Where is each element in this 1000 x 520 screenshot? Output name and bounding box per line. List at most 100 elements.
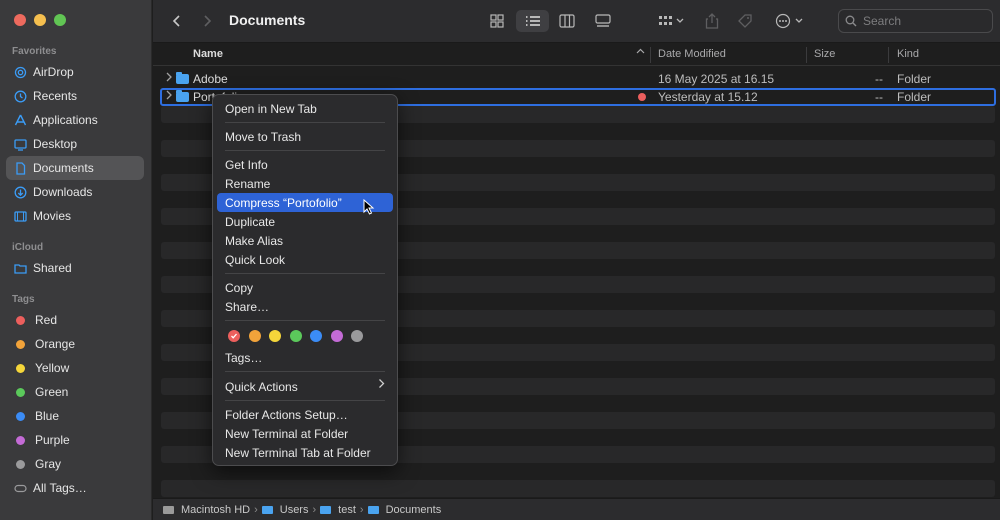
disclosure-chevron-icon[interactable]	[165, 90, 173, 103]
shared-folder-icon	[14, 262, 27, 275]
tag-color-red-button[interactable]	[228, 330, 240, 342]
column-date-header[interactable]: Date Modified	[658, 48, 726, 60]
menu-item-get-info[interactable]: Get Info	[217, 155, 393, 174]
sidebar-tag-yellow[interactable]: Yellow	[6, 356, 144, 380]
clock-icon	[14, 90, 27, 103]
column-size-header[interactable]: Size	[814, 48, 835, 60]
sidebar-item-label: Documents	[33, 161, 94, 175]
more-actions-button[interactable]	[773, 10, 807, 32]
search-icon	[845, 15, 857, 27]
group-grid-icon	[659, 16, 684, 25]
tag-color-yellow-button[interactable]	[269, 330, 281, 342]
tag-color-green-button[interactable]	[290, 330, 302, 342]
sidebar-tag-green[interactable]: Green	[6, 380, 144, 404]
path-item[interactable]: Users	[280, 504, 309, 516]
column-divider	[650, 47, 651, 63]
menu-item-quick-actions[interactable]: Quick Actions	[217, 377, 393, 396]
sidebar-item-desktop[interactable]: Desktop	[6, 132, 144, 156]
menu-item-move-to-trash[interactable]: Move to Trash	[217, 127, 393, 146]
menu-separator	[225, 320, 385, 321]
tag-color-orange-button[interactable]	[249, 330, 261, 342]
gallery-icon	[595, 14, 611, 27]
menu-item-share[interactable]: Share…	[217, 297, 393, 316]
back-button[interactable]	[167, 10, 187, 32]
tag-color-blue-button[interactable]	[310, 330, 322, 342]
path-item[interactable]: Macintosh HD	[181, 504, 250, 516]
forward-button[interactable]	[197, 10, 217, 32]
tag-icon	[738, 14, 752, 28]
chevron-right-icon	[204, 15, 212, 27]
minimize-window-button[interactable]	[34, 14, 46, 26]
path-item[interactable]: Documents	[386, 504, 442, 516]
file-name: Adobe	[193, 72, 228, 86]
menu-item-open-new-tab[interactable]: Open in New Tab	[217, 99, 393, 118]
folder-icon	[176, 72, 189, 84]
sidebar-all-tags[interactable]: All Tags…	[6, 476, 144, 500]
menu-item-copy[interactable]: Copy	[217, 278, 393, 297]
sidebar-item-label: Applications	[33, 113, 98, 127]
file-kind: Folder	[897, 72, 932, 86]
menu-item-label: Quick Actions	[225, 379, 298, 394]
tag-button[interactable]	[733, 10, 757, 32]
orange-tag-dot-icon	[16, 339, 25, 349]
sidebar-item-label: All Tags…	[33, 481, 87, 495]
sidebar-item-label: Yellow	[35, 361, 70, 375]
grid-icon	[490, 14, 504, 28]
icon-view-button[interactable]	[483, 10, 511, 32]
menu-item-new-terminal[interactable]: New Terminal at Folder	[217, 424, 393, 443]
column-name-header[interactable]: Name	[193, 48, 223, 60]
sidebar-tag-blue[interactable]: Blue	[6, 404, 144, 428]
menu-item-new-terminal-tab[interactable]: New Terminal Tab at Folder	[217, 443, 393, 462]
sidebar-item-airdrop[interactable]: AirDrop	[6, 60, 144, 84]
tag-color-gray-button[interactable]	[351, 330, 363, 342]
table-row[interactable]: Adobe 16 May 2025 at 16.15 -- Folder	[161, 71, 995, 88]
search-field[interactable]	[838, 9, 993, 33]
applications-icon	[14, 114, 27, 127]
ellipsis-circle-icon	[775, 13, 803, 29]
sidebar-item-recents[interactable]: Recents	[6, 84, 144, 108]
path-separator-icon: ›	[312, 503, 317, 516]
menu-item-rename[interactable]: Rename	[217, 174, 393, 193]
column-view-button[interactable]	[553, 10, 581, 32]
sidebar-item-label: Blue	[35, 409, 60, 423]
menu-item-folder-actions-setup[interactable]: Folder Actions Setup…	[217, 405, 393, 424]
sidebar-tag-purple[interactable]: Purple	[6, 428, 144, 452]
columns-icon	[559, 14, 575, 28]
menu-separator	[225, 400, 385, 401]
sidebar-item-movies[interactable]: Movies	[6, 204, 144, 228]
yellow-tag-dot-icon	[16, 363, 25, 373]
red-tag-dot-icon	[638, 93, 646, 101]
disclosure-chevron-icon[interactable]	[165, 72, 173, 85]
column-kind-header[interactable]: Kind	[897, 48, 919, 60]
sidebar-tag-red[interactable]: Red	[6, 308, 144, 332]
zoom-window-button[interactable]	[54, 14, 66, 26]
sidebar-item-label: Gray	[35, 457, 62, 471]
file-date: Yesterday at 15.12	[658, 90, 758, 104]
gallery-view-button[interactable]	[589, 10, 617, 32]
menu-item-make-alias[interactable]: Make Alias	[217, 231, 393, 250]
sidebar-item-applications[interactable]: Applications	[6, 108, 144, 132]
group-button[interactable]	[653, 10, 689, 32]
sidebar-item-label: Purple	[35, 433, 70, 447]
green-tag-dot-icon	[16, 387, 25, 397]
menu-separator	[225, 273, 385, 274]
sidebar-item-documents[interactable]: Documents	[6, 156, 144, 180]
search-input[interactable]	[863, 14, 983, 28]
sidebar-tag-gray[interactable]: Gray	[6, 452, 144, 476]
sidebar-tag-orange[interactable]: Orange	[6, 332, 144, 356]
tag-color-purple-button[interactable]	[331, 330, 343, 342]
sidebar-item-shared[interactable]: Shared	[6, 256, 144, 280]
list-view-button[interactable]	[516, 10, 549, 32]
sidebar-item-label: Recents	[33, 89, 78, 103]
chevron-right-icon	[378, 378, 385, 392]
close-window-button[interactable]	[14, 14, 26, 26]
window-title: Documents	[229, 12, 306, 28]
sidebar-item-downloads[interactable]: Downloads	[6, 180, 144, 204]
menu-item-tags[interactable]: Tags…	[217, 348, 393, 367]
mouse-pointer-icon	[363, 199, 375, 215]
path-item[interactable]: test	[338, 504, 356, 516]
menu-item-quick-look[interactable]: Quick Look	[217, 250, 393, 269]
column-divider	[888, 47, 889, 63]
share-button[interactable]	[701, 10, 723, 32]
folder-icon	[367, 505, 379, 514]
